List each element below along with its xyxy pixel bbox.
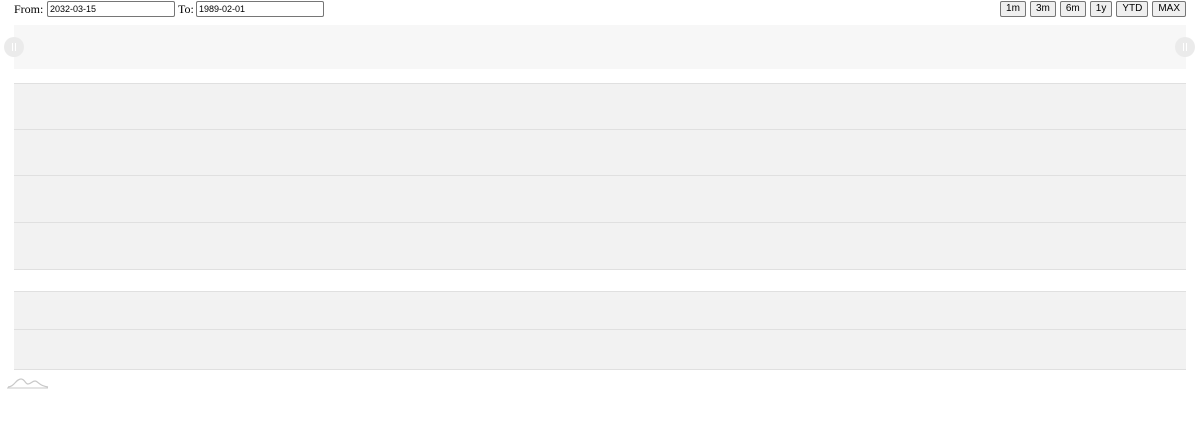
grid-line [14,222,1186,223]
grid-line [14,83,1186,84]
range-1y-button[interactable]: 1y [1089,1,1113,17]
to-date-input[interactable] [196,1,324,17]
navigator-track[interactable] [14,25,1186,69]
right-handle-icon[interactable] [1175,37,1195,57]
range-1m-button[interactable]: 1m [1000,1,1026,17]
to-label: To: [178,2,194,16]
grid-line [14,291,1186,292]
grid-line [14,329,1186,330]
range-max-button[interactable]: MAX [1152,1,1186,17]
left-handle-icon[interactable] [4,37,24,57]
grid-line [14,129,1186,130]
from-date-input[interactable] [47,1,175,17]
range-6m-button[interactable]: 6m [1059,1,1086,17]
range-3m-button[interactable]: 3m [1029,1,1056,17]
range-ytd-button[interactable]: YTD [1116,1,1149,17]
wave-logo-icon [7,378,49,389]
range-selector: 1m 3m 6m 1y YTD MAX [1000,1,1186,17]
from-label: From: [14,2,44,16]
grid-line [14,175,1186,176]
secondary-chart-panel [14,291,1186,370]
main-chart-panel [14,83,1186,270]
date-range-toolbar: From: To: 1m 3m 6m 1y YTD MAX [0,0,1198,22]
